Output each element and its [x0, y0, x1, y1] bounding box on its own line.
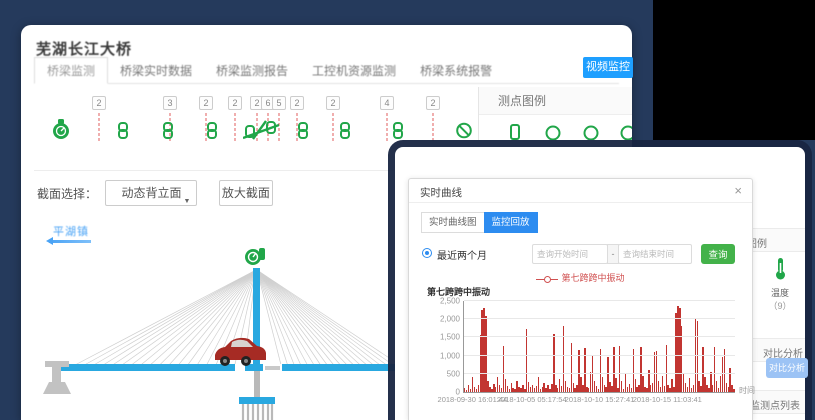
- legend-marker-icon: [536, 275, 558, 283]
- thermometer-icon: [773, 257, 788, 280]
- enlarge-section-button[interactable]: 放大截面: [219, 180, 273, 206]
- ban-icon[interactable]: [456, 122, 473, 144]
- main-tabbar: 桥梁监测桥梁实时数据桥梁监测报告工控机资源监测桥梁系统报警: [34, 57, 619, 84]
- legend-panel-title: 测点图例: [479, 87, 632, 115]
- gridline: [464, 318, 735, 319]
- sensor-count-badge: 2: [92, 96, 106, 110]
- sensor-count-badge: 2: [199, 96, 213, 110]
- gridline: [464, 373, 735, 374]
- bridge-deck: [57, 364, 399, 371]
- legend-sensor-icon: [507, 124, 523, 140]
- tab-3[interactable]: 工控机资源监测: [300, 58, 408, 85]
- legend-sensor-icon: [583, 124, 599, 140]
- chain-link-icon[interactable]: [162, 122, 175, 144]
- tab-2[interactable]: 桥梁监测报告: [204, 58, 300, 85]
- chevron-down-icon: ▼: [184, 190, 191, 214]
- query-button[interactable]: 查询: [701, 244, 735, 264]
- x-axis-name: 时间: [739, 385, 755, 396]
- gridline: [464, 355, 735, 356]
- tab-1[interactable]: 桥梁实时数据: [108, 58, 204, 85]
- chain-link-icon[interactable]: [206, 122, 219, 144]
- sensor-count-badge: 5: [272, 96, 286, 110]
- sensor-dash-line: [387, 113, 388, 141]
- gridline: [464, 300, 735, 301]
- sensor-count: （9）: [763, 299, 797, 312]
- chart-plot-area: 时间 05001,0001,5002,0002,5002018-09-30 16…: [463, 301, 735, 393]
- sensor-label: 温度: [763, 286, 797, 299]
- sensor-dash-line: [333, 113, 334, 141]
- bridge-drawing: [29, 234, 409, 420]
- sensor-dash-line: [235, 113, 236, 141]
- chain-link-icon[interactable]: [339, 122, 352, 144]
- legend-label: 第七跨跨中振动: [561, 273, 624, 283]
- bar: [553, 334, 554, 392]
- realtime-curve-dialog: 实时曲线 × 实时曲线图监控回放 最近两个月 - 查询 第七跨跨中振动 第七跨跨…: [408, 178, 753, 420]
- sensor-count-badge: 2: [326, 96, 340, 110]
- pile-hatching: [243, 404, 272, 420]
- legend-sensor-icon: [620, 124, 632, 140]
- legend-panel: 测点图例: [478, 87, 632, 140]
- dialog-title: 实时曲线: [420, 185, 462, 200]
- query-end-time-input[interactable]: [618, 244, 692, 264]
- video-blank-area: [653, 0, 815, 140]
- tower-gauge-icon: [245, 248, 265, 265]
- sensor-count-badge: 2: [290, 96, 304, 110]
- sensor-count-badge: 2: [426, 96, 440, 110]
- sidebar-list-title: 监测点列表: [750, 397, 800, 412]
- y-axis-tick: 2,500: [440, 297, 460, 306]
- sensor-dash-line: [433, 113, 434, 141]
- gridline: [464, 336, 735, 337]
- radio-label: 最近两个月: [437, 247, 487, 262]
- section-select-dropdown[interactable]: 动态背立面 ▼: [105, 180, 197, 206]
- video-monitor-button[interactable]: 视频监控: [583, 57, 633, 78]
- query-row: 最近两个月 - 查询: [409, 243, 752, 265]
- chain-link-icon[interactable]: [297, 122, 310, 144]
- chain-link-icon[interactable]: [117, 122, 130, 144]
- sensor-count-badge: 3: [163, 96, 177, 110]
- query-start-time-input[interactable]: [532, 244, 608, 264]
- dialog-tabs: 实时曲线图监控回放: [421, 212, 538, 233]
- y-axis-tick: 2,000: [440, 315, 460, 324]
- close-icon[interactable]: ×: [734, 183, 742, 199]
- page-title: 芜湖长江大桥: [36, 38, 132, 59]
- dialog-tab-0[interactable]: 实时曲线图: [421, 212, 485, 233]
- x-axis-tick: 2018-10-10 15:27:41: [565, 395, 635, 404]
- sensor-count-badge: 4: [380, 96, 394, 110]
- y-axis-tick: 1,000: [440, 351, 460, 360]
- y-axis-tick: 1,500: [440, 333, 460, 342]
- legend-sensor-icon: [545, 124, 561, 140]
- chart-legend[interactable]: 第七跨跨中振动: [409, 271, 752, 284]
- left-abutment: [43, 361, 71, 394]
- sensor-count-badge: 2: [228, 96, 242, 110]
- tab-0[interactable]: 桥梁监测: [34, 57, 108, 84]
- legend-panel-icons: [479, 115, 632, 140]
- dialog-tab-1[interactable]: 监控回放: [484, 212, 538, 233]
- section-select-label: 截面选择：: [37, 185, 97, 202]
- y-axis-tick: 500: [447, 369, 460, 378]
- x-axis-tick: 2018-10-05 05:17:54: [497, 395, 567, 404]
- compare-analysis-button[interactable]: 对比分析: [766, 358, 808, 378]
- gantry-sensor-icon[interactable]: [243, 120, 279, 145]
- secondary-window: 测点图例 温度 （9） 对比分析 对比分析 监测点列表 实时曲线 × 实时曲线图…: [395, 147, 805, 420]
- bar: [733, 389, 734, 392]
- x-axis-tick: 2018-10-15 11:03:41: [633, 395, 702, 404]
- dialog-header: 实时曲线 ×: [409, 179, 752, 203]
- section-select-value: 动态背立面: [121, 186, 181, 200]
- bridge-diagram: 平湖镇: [29, 220, 409, 420]
- section-controls: 截面选择： 动态背立面 ▼ 放大截面: [37, 180, 273, 206]
- timer-gauge-icon[interactable]: [51, 118, 71, 145]
- temperature-sensor-cell[interactable]: 温度 （9）: [763, 257, 797, 312]
- vibration-chart: 第七跨跨中振动 时间 05001,0001,5002,0002,5002018-…: [421, 285, 742, 417]
- radio-last-two-months[interactable]: [422, 248, 432, 258]
- sensor-dash-line: [99, 113, 100, 141]
- sensor-icon-row: 23222652242: [21, 87, 476, 145]
- chain-link-icon[interactable]: [392, 122, 405, 144]
- tab-4[interactable]: 桥梁系统报警: [408, 58, 504, 85]
